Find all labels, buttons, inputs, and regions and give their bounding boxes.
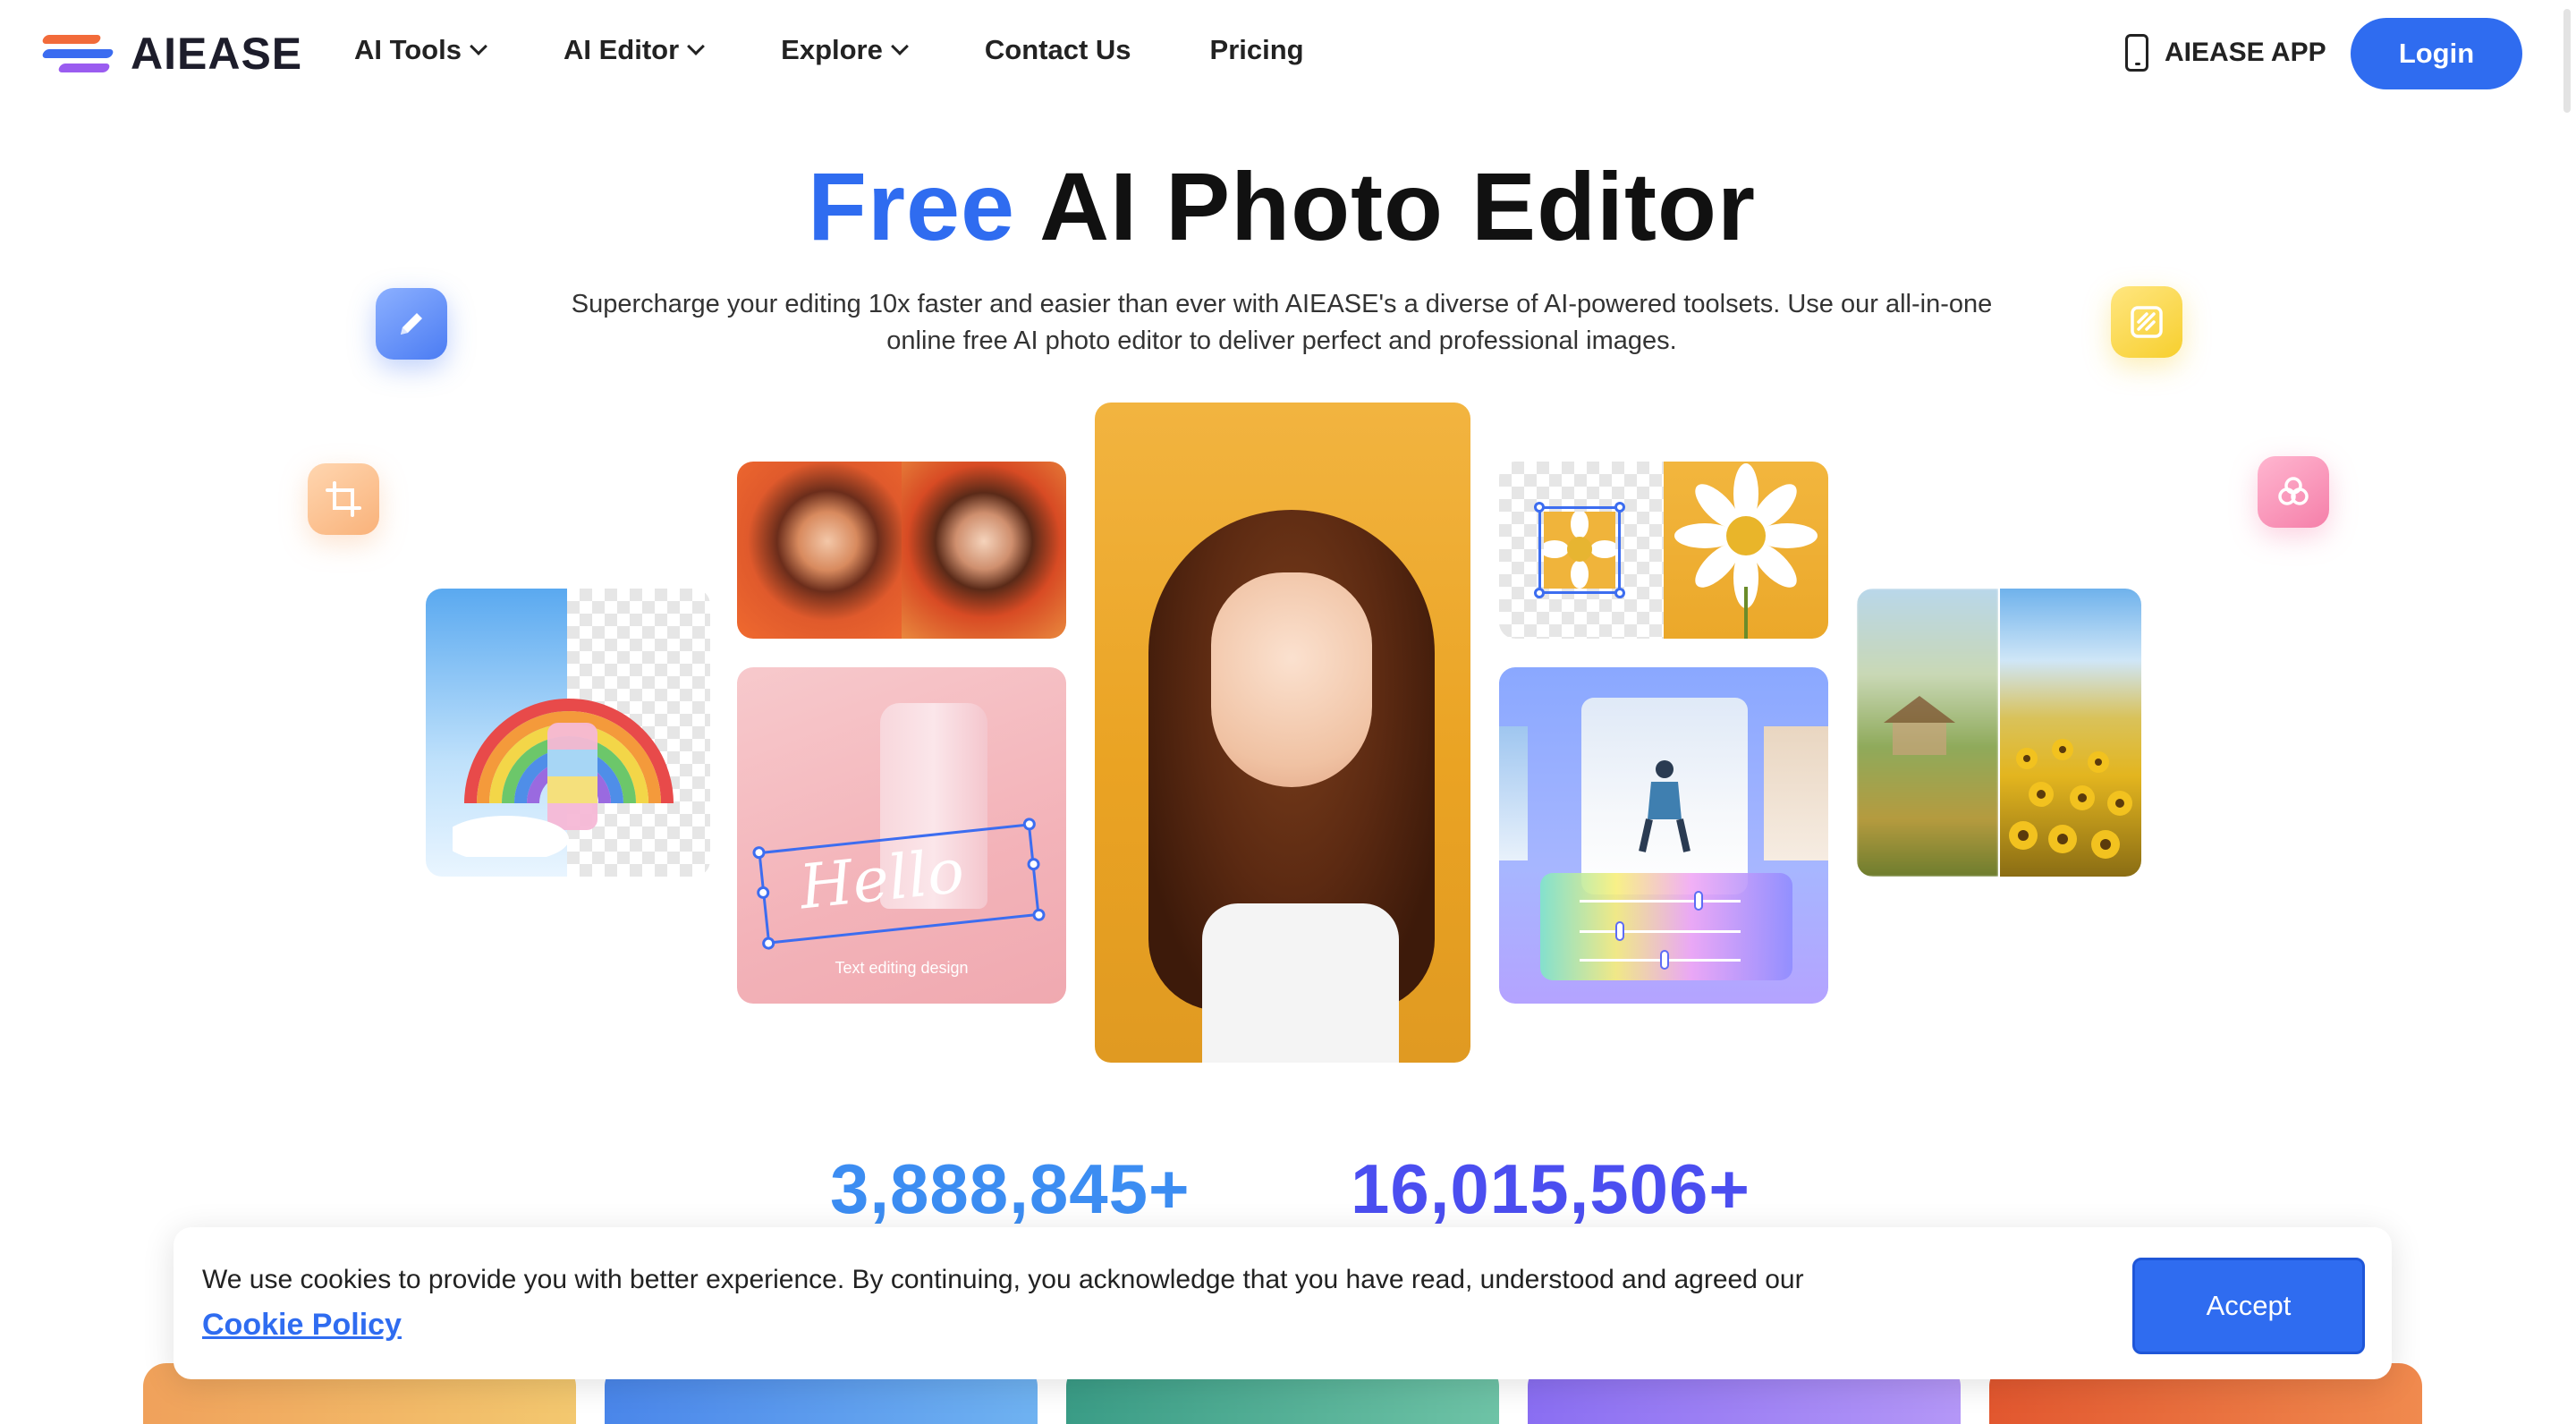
circles-icon	[2258, 456, 2329, 528]
showcase-main-portrait	[1095, 403, 1470, 1063]
cookie-text: We use cookies to provide you with bette…	[202, 1265, 1804, 1294]
pencil-icon	[376, 288, 447, 360]
chevron-down-icon	[687, 38, 706, 55]
cookie-policy-link[interactable]: Cookie Policy	[202, 1308, 402, 1342]
app-download-link[interactable]: AIEASE APP	[2125, 34, 2326, 72]
nav-ai-tools[interactable]: AI Tools	[354, 34, 487, 66]
stat-users: 3,888,845+	[830, 1149, 1191, 1228]
text-editing-caption: Text editing design	[835, 959, 969, 977]
edit-square-icon	[2111, 286, 2182, 358]
page-scrollbar[interactable]	[2563, 9, 2571, 113]
nav-contact-us[interactable]: Contact Us	[985, 34, 1131, 66]
cookie-message: We use cookies to provide you with bette…	[202, 1258, 1884, 1349]
nav-label: AI Editor	[563, 34, 680, 65]
title-rest: AI Photo Editor	[1039, 152, 1757, 260]
nav-label: Pricing	[1209, 34, 1304, 65]
chevron-down-icon	[890, 38, 909, 55]
nav-pricing[interactable]: Pricing	[1210, 34, 1304, 66]
chevron-down-icon	[470, 38, 487, 55]
showcase-color-adjust	[1499, 667, 1828, 1004]
cookie-banner: We use cookies to provide you with bette…	[174, 1227, 2392, 1379]
nav-label: AI Tools	[354, 34, 462, 65]
showcase-image-enhance	[1857, 589, 2141, 877]
logo[interactable]: AIEASE	[41, 27, 303, 81]
accept-cookies-button[interactable]: Accept	[2132, 1258, 2365, 1354]
logo-text: AIEASE	[131, 29, 303, 79]
site-header: AIEASE AI Tools AI Editor Explore Contac…	[0, 0, 2576, 107]
app-link-label: AIEASE APP	[2165, 38, 2326, 67]
stat-images: 16,015,506+	[1351, 1149, 1750, 1228]
main-nav: AI Tools AI Editor Explore Contact Us Pr…	[354, 34, 1383, 66]
title-accent: Free	[807, 152, 1016, 260]
showcase-text-editing: Hello Text editing design	[737, 667, 1066, 1004]
showcase-background-removal	[426, 589, 710, 877]
phone-icon	[2125, 34, 2148, 72]
page-title: Free AI Photo Editor	[0, 150, 2563, 262]
logo-mark-icon	[41, 31, 116, 76]
crop-icon	[308, 463, 379, 535]
nav-explore[interactable]: Explore	[781, 34, 909, 66]
showcase-portrait-style	[737, 462, 1066, 639]
hero-subtitle: Supercharge your editing 10x faster and …	[571, 290, 1993, 355]
login-button[interactable]: Login	[2351, 18, 2522, 89]
nav-label: Explore	[781, 34, 883, 65]
showcase-object-selection	[1499, 462, 1828, 639]
nav-label: Contact Us	[984, 34, 1131, 65]
nav-ai-editor[interactable]: AI Editor	[563, 34, 706, 66]
